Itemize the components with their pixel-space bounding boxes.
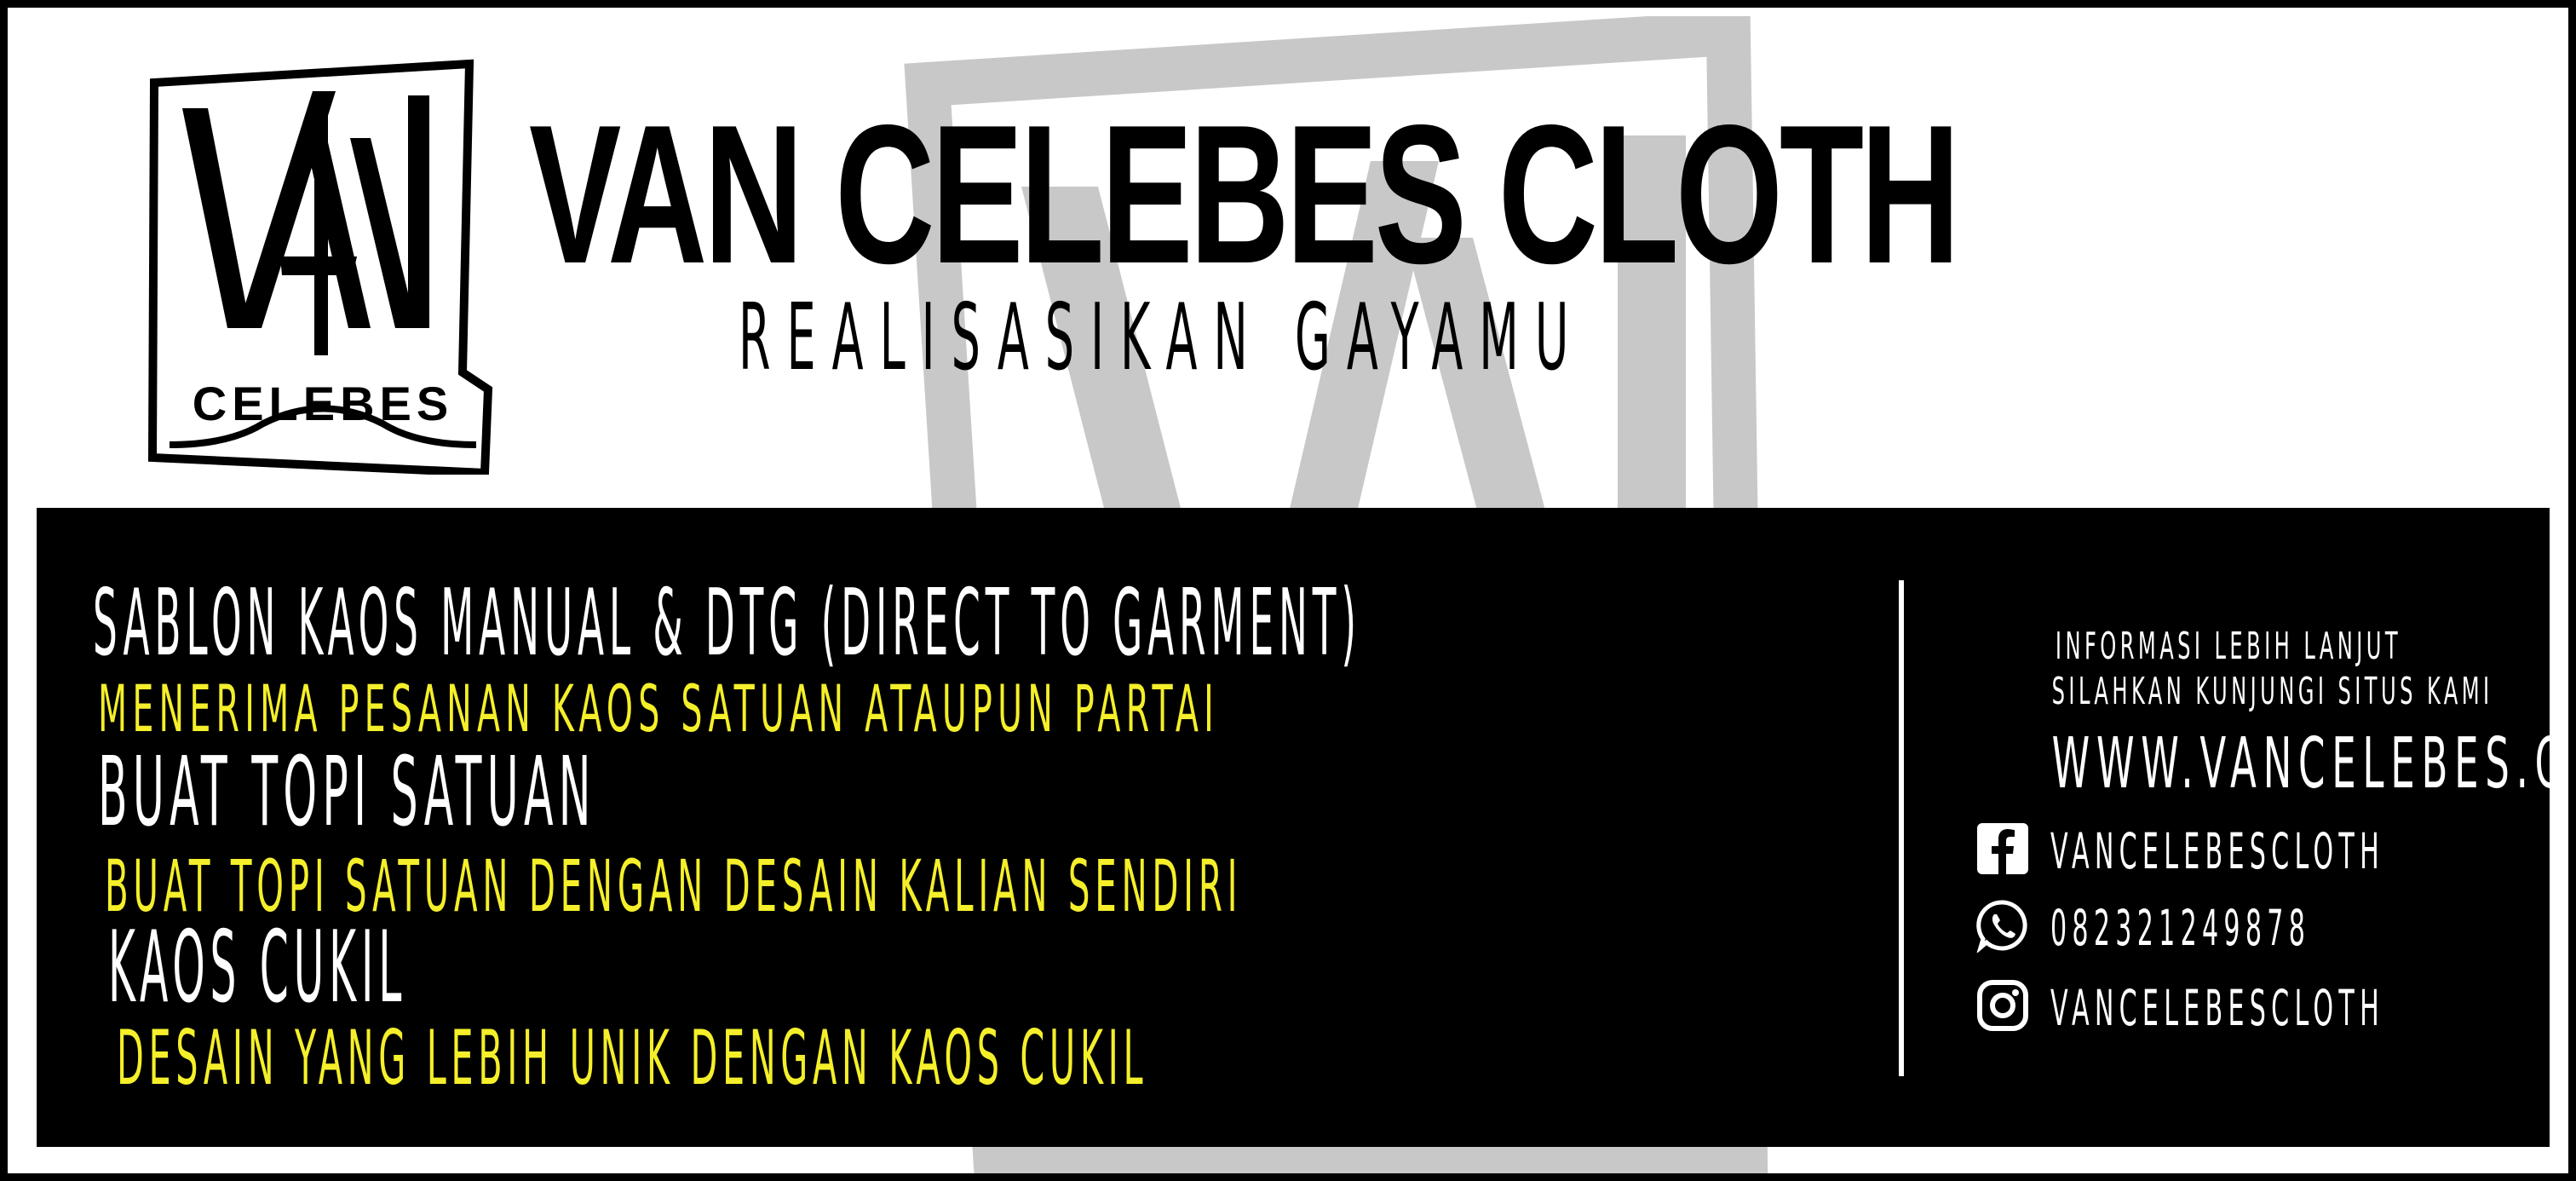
instagram-icon [1977,980,2028,1031]
banner-frame: CELEBES VAN CELEBES CLOTH REALISASIKAN G… [0,0,2576,1181]
instagram-handle: VANCELEBESCLOTH [2050,979,2384,1037]
service-line-6: DESAIN YANG LEBIH UNIK DENGAN KAOS CUKIL [117,1014,1148,1102]
service-line-2: MENERIMA PESANAN KAOS SATUAN ATAUPUN PAR… [98,671,1220,746]
facebook-icon [1977,823,2028,874]
facebook-link[interactable]: VANCELEBESCLOTH [1975,821,2555,881]
service-line-5: KAOS CUKIL [108,910,407,1025]
info-line-2: SILAHKAN KUNJUNGI SITUS KAMI [2051,670,2493,713]
whatsapp-number: 082321249878 [2050,899,2311,957]
whatsapp-icon [1976,900,2027,953]
website-link[interactable]: WWW.VANCELEBES.COM [2052,728,2568,801]
logo-text-bottom: CELEBES [192,377,454,430]
vertical-divider [1899,580,1904,1076]
instagram-link[interactable]: VANCELEBESCLOTH [1975,978,2555,1038]
whatsapp-link[interactable]: 082321249878 [1975,898,2555,958]
brand-title: VAN CELEBES CLOTH [529,84,1960,305]
services-panel: SABLON KAOS MANUAL & DTG (DIRECT TO GARM… [37,508,2568,1147]
facebook-handle: VANCELEBESCLOTH [2050,822,2384,880]
service-line-3: BUAT TOPI SATUAN [98,737,596,848]
tagline: REALISASIKAN GAYAMU [739,285,1585,391]
contact-info: INFORMASI LEBIH LANJUT SILAHKAN KUNJUNGI… [1907,508,2568,1147]
service-line-1: SABLON KAOS MANUAL & DTG (DIRECT TO GARM… [93,570,1361,677]
info-line-1: INFORMASI LEBIH LANJUT [2055,625,2402,668]
